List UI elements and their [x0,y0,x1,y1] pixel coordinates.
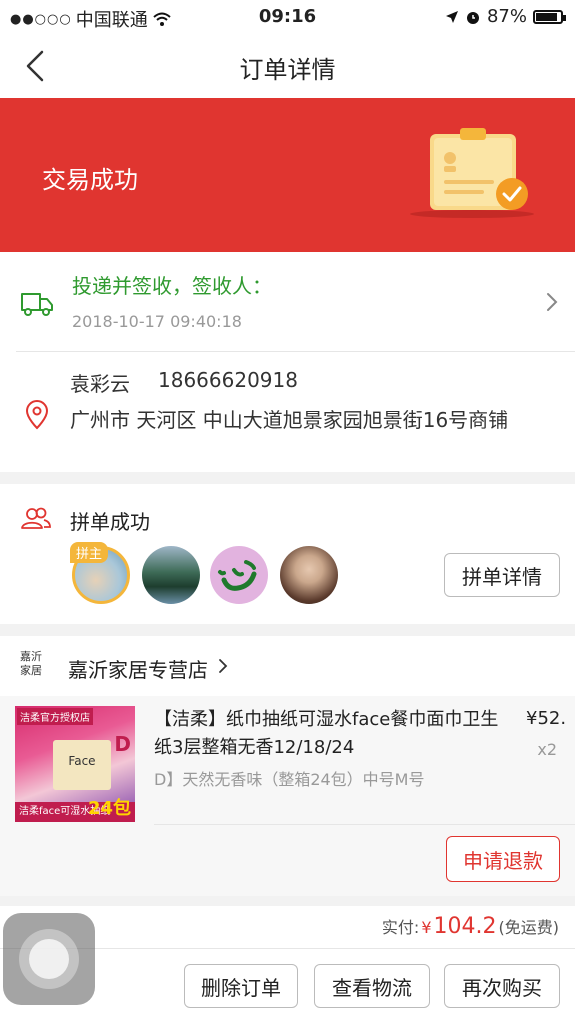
product-thumbnail[interactable]: 洁柔官方授权店 Face D 洁柔face可湿水抽纸 24包 [15,706,135,822]
delivery-timestamp: 2018-10-17 09:40:18 [72,312,242,331]
nav-bar: 订单详情 [0,34,575,98]
status-bar: ●●○○○ 中国联通 09:16 87% [0,0,575,34]
alarm-icon [466,11,479,24]
product-title: 【洁柔】纸巾抽纸可湿水face餐巾面巾卫生纸3层整箱无香12/18/24 [154,709,499,758]
group-people-icon [21,507,51,529]
group-buy-title: 拼单成功 [70,510,150,534]
divider [154,824,575,825]
recipient-name: 袁彩云 [70,372,130,396]
delete-order-button[interactable]: 删除订单 [184,964,298,1008]
buy-again-button[interactable]: 再次购买 [444,964,560,1008]
avatar[interactable] [210,546,268,604]
avatar[interactable] [142,546,200,604]
refund-button[interactable]: 申请退款 [446,836,560,882]
order-status-banner: 交易成功 [0,98,575,252]
paid-amount: 104.2 [433,914,497,939]
delivery-message: 投递并签收，签收人： [72,274,272,298]
location-pin-icon [25,400,49,430]
assistive-touch-core [29,939,69,979]
currency-symbol: ¥ [421,918,432,937]
chevron-right-icon [219,659,228,673]
page-title: 订单详情 [239,56,336,84]
store-logo: 嘉沂家居 [20,650,42,677]
product-spec: D】天然无香味（整箱24包）中号M号 [154,770,425,789]
group-leader-badge: 拼主 [70,542,109,563]
battery-icon [533,9,566,24]
thumb-count-badge: 24包 [87,798,131,819]
calligraphy-avatar-image [218,560,257,591]
address-detail: 广州市 天河区 中山大道旭景家园旭景街16号商铺 [70,408,509,432]
thumb-store-tag: 洁柔官方授权店 [17,708,93,725]
product-price: ¥52. [526,708,567,729]
location-arrow-icon [445,10,458,23]
battery-percent: 87% [486,6,527,27]
shipping-address: 袁彩云 18666620918 广州市 天河区 中山大道旭景家园旭景街16号商铺 [0,352,575,472]
thumb-tissue-pack: Face [53,740,111,790]
truck-icon [21,293,53,316]
paid-amount-row: 实付: ¥ 104.2 (免运费) [382,914,559,939]
assistive-touch-button[interactable] [3,913,95,1005]
group-buy-section: 拼单成功 拼主 拼单详情 [0,484,575,624]
group-detail-button[interactable]: 拼单详情 [444,553,560,597]
delivery-status-row[interactable]: 投递并签收，签收人： 2018-10-17 09:40:18 [0,252,575,352]
store-header[interactable]: 嘉沂家居 嘉沂家居专营店 [0,636,575,696]
shipping-note: (免运费) [498,918,560,937]
product-item[interactable]: 洁柔官方授权店 Face D 洁柔face可湿水抽纸 24包 【洁柔】纸巾抽纸可… [0,696,575,896]
view-logistics-button[interactable]: 查看物流 [314,964,430,1008]
product-quantity: x2 [537,740,557,759]
chevron-right-icon [547,293,558,311]
order-complete-illustration [410,128,534,218]
order-status-text: 交易成功 [42,166,138,194]
thumb-letter: D [114,732,131,756]
paid-label: 实付: [381,918,420,937]
store-name: 嘉沂家居专营店 [68,658,208,682]
recipient-phone: 18666620918 [158,368,298,392]
avatar[interactable] [280,546,338,604]
